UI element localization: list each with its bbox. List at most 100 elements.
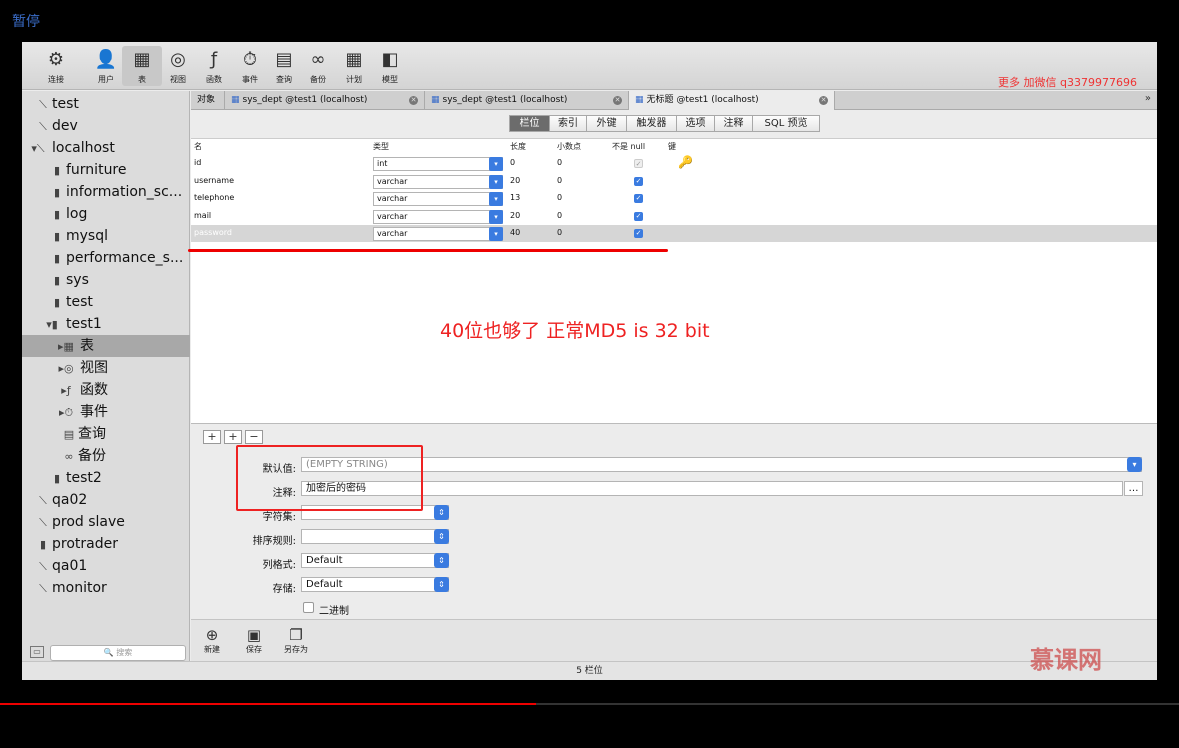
binary-checkbox[interactable] [303,602,314,613]
table-row[interactable]: mail varchar ▾ 20 0 ✓ [191,208,1157,225]
storage-select[interactable]: Default ⇕ [301,577,449,592]
sidebar-item-label: test [66,294,93,310]
field-length[interactable]: 40 [510,228,520,237]
chevron-updown-icon: ⇕ [434,529,449,544]
toolbar-connect[interactable]: ⚙ 连接 [36,48,76,85]
sidebar-item-localhost[interactable]: ▾⟍ localhost [22,137,190,159]
insert-field-button[interactable]: + [224,430,242,444]
not-null-checkbox[interactable]: ✓ [634,159,643,168]
not-null-checkbox[interactable]: ✓ [634,212,643,221]
default-value-combobox[interactable]: (EMPTY STRING) ▾ [301,457,1142,472]
column-format-select[interactable]: Default ⇕ [301,553,449,568]
sidebar-item-qa02[interactable]: ⟍ qa02 [22,489,190,511]
comment-expand-button[interactable]: … [1124,481,1143,496]
close-icon[interactable]: ✕ [613,96,622,105]
connection-sidebar: ⟍ test ⟍ dev ▾⟍ localhost ▮ furniture ▮ infor… [22,91,190,680]
subtab-triggers[interactable]: 触发器 [626,115,676,132]
field-length[interactable]: 20 [510,211,520,220]
remove-field-button[interactable]: − [245,430,263,444]
toolbar-backup[interactable]: ∞ 备份 [298,48,338,85]
sidebar-item-test-db[interactable]: ▮ test [22,291,190,313]
pause-label[interactable]: 暂停 [12,11,40,31]
field-length[interactable]: 20 [510,176,520,185]
not-null-checkbox[interactable]: ✓ [634,177,643,186]
storage-value: Default [306,579,343,590]
comment-input[interactable]: 加密后的密码 [301,481,1123,496]
sidebar-item-protrader[interactable]: ▮ protrader [22,533,190,555]
tab-overflow-icon[interactable]: » [1145,93,1151,104]
subtab-fields[interactable]: 栏位 [509,115,549,132]
save-as-button[interactable]: ❐ 另存为 [281,626,311,655]
not-null-checkbox[interactable]: ✓ [634,194,643,203]
sidebar-item-performance-schema[interactable]: ▮ performance_s... [22,247,190,269]
field-type-select[interactable]: varchar ▾ [373,210,503,224]
tab-untitled[interactable]: ▦ 无标题 @test1 (localhost) ✕ [629,91,835,110]
toolbar-view[interactable]: ◎ 视图 [158,48,198,85]
table-row-selected[interactable]: password varchar ▾ 40 0 ✓ [191,225,1157,242]
subtab-foreign-keys[interactable]: 外键 [586,115,626,132]
sidebar-item-qa01[interactable]: ⟍ qa01 [22,555,190,577]
field-decimals[interactable]: 0 [557,211,562,220]
database-icon: ▾▮ [46,318,58,331]
sidebar-item-functions[interactable]: ▸ƒ 函数 [22,379,190,401]
video-progress-bar[interactable] [0,703,1179,705]
subtab-sql-preview[interactable]: SQL 预览 [752,115,820,132]
field-type-select[interactable]: varchar ▾ [373,227,503,241]
field-length[interactable]: 0 [510,158,515,167]
tab-sys-dept-1[interactable]: ▦ sys_dept @test1 (localhost) ✕ [225,91,425,110]
field-name[interactable]: telephone [194,193,234,202]
tab-sys-dept-2[interactable]: ▦ sys_dept @test1 (localhost) ✕ [425,91,629,110]
sidebar-item-tables[interactable]: ▸▦ 表 [22,335,190,357]
field-decimals[interactable]: 0 [557,193,562,202]
toolbar-function[interactable]: ƒ 函数 [194,48,234,85]
sidebar-item-test2[interactable]: ▮ test2 [22,467,190,489]
sidebar-item-monitor[interactable]: ⟍ monitor [22,577,190,599]
subtab-options[interactable]: 选项 [676,115,714,132]
field-type-select[interactable]: varchar ▾ [373,175,503,189]
toolbar-schedule[interactable]: ▦ 计划 [334,48,374,85]
sidebar-item-log[interactable]: ▮ log [22,203,190,225]
close-icon[interactable]: ✕ [409,96,418,105]
toolbar-model[interactable]: ◧ 模型 [370,48,410,85]
sidebar-item-information-schema[interactable]: ▮ information_sc... [22,181,190,203]
field-name[interactable]: id [194,158,201,167]
field-decimals[interactable]: 0 [557,176,562,185]
subtab-indexes[interactable]: 索引 [549,115,586,132]
table-row[interactable]: telephone varchar ▾ 13 0 ✓ [191,190,1157,207]
annotation-text: 40位也够了 正常MD5 is 32 bit [440,320,710,342]
not-null-checkbox[interactable]: ✓ [634,229,643,238]
sidebar-item-furniture[interactable]: ▮ furniture [22,159,190,181]
save-as-icon: ❐ [289,626,303,644]
close-icon[interactable]: ✕ [819,96,828,105]
sidebar-item-mysql[interactable]: ▮ mysql [22,225,190,247]
sidebar-item-queries[interactable]: ▤ 查询 [22,423,190,445]
subtab-comment[interactable]: 注释 [714,115,752,132]
sidebar-item-events[interactable]: ▸⏱ 事件 [22,401,190,423]
sidebar-item-dev[interactable]: ⟍ dev [22,115,190,137]
toolbar-table[interactable]: ▦ 表 [122,46,162,86]
sidebar-item-views[interactable]: ▸◎ 视图 [22,357,190,379]
field-type-select[interactable]: int ▾ [373,157,503,171]
sidebar-item-prod-slave[interactable]: ⟍ prod slave [22,511,190,533]
field-name[interactable]: password [194,228,232,237]
sidebar-item-backups[interactable]: ∞ 备份 [22,445,190,467]
sidebar-toggle-button[interactable]: ▭ [30,646,44,658]
sidebar-search-input[interactable]: 🔍 搜索 [50,645,186,661]
new-button[interactable]: ⊕ 新建 [197,626,227,655]
table-row[interactable]: id int ▾ 0 0 ✓ 🔑 [191,155,1157,172]
collation-select[interactable]: ⇕ [301,529,449,544]
field-length[interactable]: 13 [510,193,520,202]
add-field-button[interactable]: + [203,430,221,444]
sidebar-item-test1[interactable]: ▾▮ test1 [22,313,190,335]
sidebar-item-test[interactable]: ⟍ test [22,93,190,115]
table-row[interactable]: username varchar ▾ 20 0 ✓ [191,173,1157,190]
sidebar-item-sys[interactable]: ▮ sys [22,269,190,291]
field-decimals[interactable]: 0 [557,158,562,167]
field-type-select[interactable]: varchar ▾ [373,192,503,206]
field-decimals[interactable]: 0 [557,228,562,237]
tab-objects[interactable]: 对象 [191,91,225,110]
field-name[interactable]: mail [194,211,211,220]
save-button[interactable]: ▣ 保存 [239,626,269,655]
field-name[interactable]: username [194,176,234,185]
toolbar-user[interactable]: 👤 用户 [86,48,126,85]
